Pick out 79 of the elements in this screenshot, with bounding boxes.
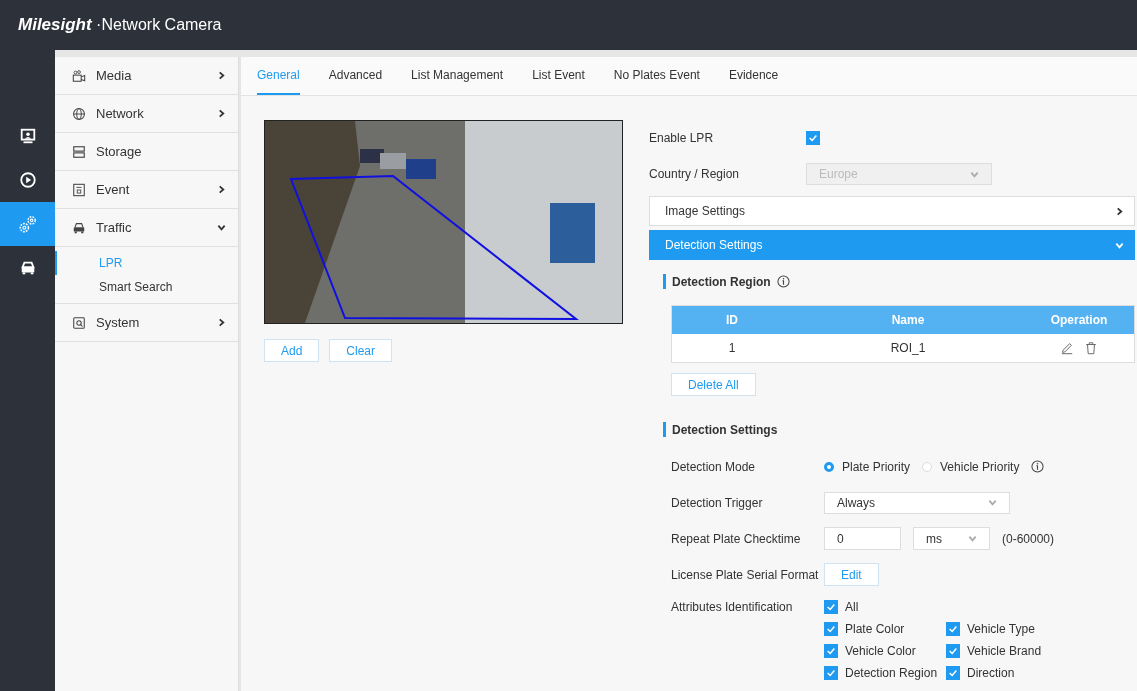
chevron-right-icon (217, 185, 226, 194)
checkbox-label: Vehicle Brand (967, 644, 1042, 658)
play-circle-icon (18, 171, 37, 189)
field-label: Detection Trigger (671, 494, 764, 512)
column-header: Name (890, 312, 926, 329)
checktime-input[interactable]: 0 (824, 527, 901, 550)
sidebar-item[interactable]: Media (55, 57, 238, 95)
section-heading: Detection Settings (672, 422, 778, 437)
info-icon (776, 275, 790, 288)
tab[interactable]: List Event (532, 57, 585, 95)
radio-option[interactable]: Plate Priority (824, 459, 911, 474)
checkbox-label: Detection Region (845, 666, 938, 680)
car-icon (18, 259, 37, 277)
tab[interactable]: No Plates Event (613, 57, 700, 95)
check-icon (948, 668, 958, 678)
tab[interactable]: List Management (411, 57, 504, 95)
radio-option[interactable]: Vehicle Priority (922, 459, 1020, 474)
field-label: Attributes Identification (671, 599, 794, 615)
check-icon (826, 602, 836, 612)
checkbox-label: All (845, 600, 859, 614)
column-header: ID (725, 312, 739, 329)
chevron-right-icon (1115, 206, 1124, 216)
car-icon (72, 220, 86, 235)
checkbox[interactable] (946, 666, 960, 680)
sidebar-item[interactable]: System (55, 304, 238, 342)
collapsible-panel-header[interactable]: Image Settings (649, 196, 1135, 226)
checkbox[interactable] (946, 644, 960, 658)
chevron-down-icon (988, 498, 997, 507)
check-icon (948, 646, 958, 656)
edit-icon[interactable] (1060, 341, 1074, 355)
globe-icon (72, 106, 86, 121)
tab[interactable]: Evidence (728, 57, 779, 95)
field-label: Enable LPR (649, 131, 715, 145)
section-heading: Detection Region (672, 274, 771, 289)
tab[interactable]: Advanced (328, 57, 383, 95)
checkbox[interactable] (824, 644, 838, 658)
brand-logo: Milesight ·Network Camera (18, 15, 222, 35)
range-hint: (0-60000) (1002, 531, 1055, 546)
table-cell-text: 1 (727, 340, 737, 357)
check-icon (826, 668, 836, 678)
chevron-right-icon (217, 71, 226, 80)
field-label: License Plate Serial Format (671, 566, 820, 584)
sidebar-subitem[interactable]: Smart Search (55, 275, 238, 299)
sidebar-item[interactable]: Event (55, 171, 238, 209)
chevron-right-icon (217, 318, 226, 327)
field-label: Repeat Plate Checktime (671, 530, 802, 548)
checkbox-label: Direction (967, 666, 1015, 680)
unit-select[interactable]: ms (913, 527, 990, 550)
camera-icon (72, 68, 86, 83)
sidebar-item[interactable]: Traffic (55, 209, 238, 247)
trigger-select[interactable]: Always (824, 491, 1010, 514)
checkbox[interactable] (824, 622, 838, 636)
check-icon (826, 624, 836, 634)
sidebar-item[interactable]: Network (55, 95, 238, 133)
check-icon (808, 133, 818, 143)
delete-icon[interactable] (1084, 341, 1098, 355)
check-icon (826, 646, 836, 656)
checkbox[interactable] (824, 666, 838, 680)
checkbox[interactable] (824, 600, 838, 614)
checkbox[interactable] (806, 131, 820, 145)
monitor-icon (18, 127, 37, 145)
event-icon (72, 182, 86, 197)
table-cell-text: ROI_1 (889, 340, 927, 357)
checkbox-label: Vehicle Type (967, 622, 1035, 636)
settings-icon (17, 214, 38, 234)
check-icon (948, 624, 958, 634)
chevron-down-icon (968, 534, 977, 543)
field-label: Country / Region (649, 167, 741, 181)
sidebar-item[interactable]: Storage (55, 133, 238, 171)
field-label: Detection Mode (671, 458, 757, 476)
checkbox-label: Plate Color (845, 622, 905, 636)
system-icon (72, 315, 86, 330)
chevron-right-icon (217, 109, 226, 118)
checkbox-label: Vehicle Color (845, 644, 916, 658)
info-icon (1031, 460, 1045, 473)
checkbox[interactable] (946, 622, 960, 636)
storage-icon (72, 144, 86, 159)
column-header: Operation (1049, 312, 1109, 329)
chevron-down-icon (217, 223, 226, 232)
